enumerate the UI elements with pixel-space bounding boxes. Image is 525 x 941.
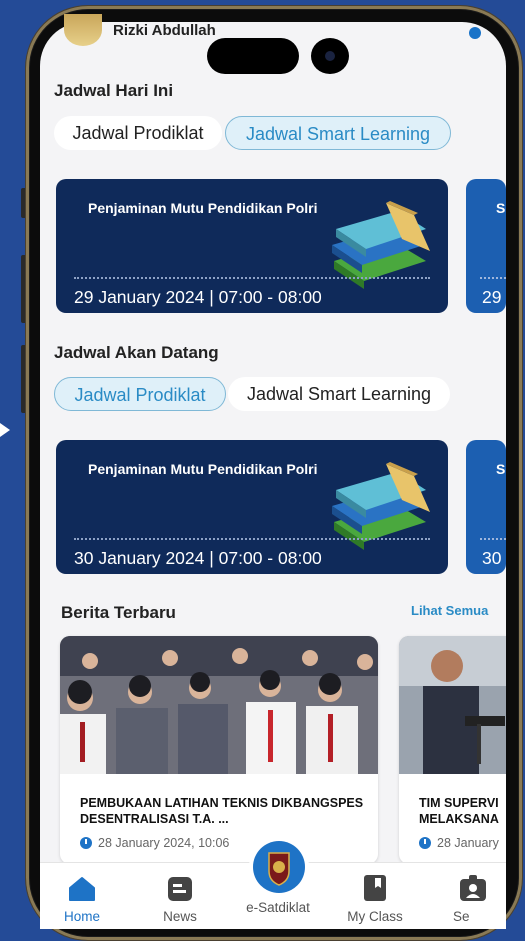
card-title: Penjaminan Mutu Pendidikan Polri [88,200,318,216]
card-title: S [496,200,506,216]
tab-jadwal-prodiklat[interactable]: Jadwal Prodiklat [54,116,222,150]
news-date-row: 28 January [419,836,499,850]
card-title: Penjaminan Mutu Pendidikan Polri [88,461,318,477]
divider [480,277,506,279]
tab-jadwal-smart-learning[interactable]: Jadwal Smart Learning [228,377,450,411]
news-title: PEMBUKAAN LATIHAN TEKNIS DIKBANGSPES DES… [80,796,364,826]
news-date: 28 January [437,836,499,850]
tab-jadwal-smart-learning[interactable]: Jadwal Smart Learning [225,116,451,150]
divider [74,277,430,279]
nav-home[interactable]: Home [42,909,122,924]
tab-jadwal-prodiklat[interactable]: Jadwal Prodiklat [54,377,226,411]
section-title-today: Jadwal Hari Ini [54,81,174,100]
news-photo [399,636,506,774]
news-icon[interactable] [167,876,193,902]
e-satdiklat-button[interactable] [253,841,305,893]
username: Rizki Abdullah [113,22,216,39]
home-icon[interactable] [68,876,96,902]
police-emblem-icon [268,852,290,886]
schedule-card[interactable]: Penjaminan Mutu Pendidikan Polri 30 Janu… [56,440,448,574]
profile-icon[interactable] [459,874,487,902]
schedule-card-next[interactable]: S 29 [466,179,506,313]
schedule-card[interactable]: Penjaminan Mutu Pendidikan Polri 29 Janu… [56,179,448,313]
see-all-link[interactable]: Lihat Semua [411,603,488,618]
clock-icon [419,837,431,849]
news-title: TIM SUPERVI MELAKSANA [419,796,499,826]
pointer-arrow-icon [0,423,10,437]
news-photo [60,636,378,774]
my-class-icon[interactable] [363,874,387,902]
news-date-row: 28 January 2024, 10:06 [80,836,229,850]
divider [480,538,506,540]
dynamic-island [207,38,299,74]
avatar[interactable] [64,14,102,46]
news-card[interactable]: PEMBUKAAN LATIHAN TEKNIS DIKBANGSPES DES… [60,636,378,864]
notification-icon[interactable] [468,26,482,40]
camera [311,38,349,74]
news-date: 28 January 2024, 10:06 [98,836,230,850]
nav-news[interactable]: News [140,909,220,924]
section-title-upcoming: Jadwal Akan Datang [54,343,219,362]
card-datetime: 29 [482,287,502,307]
nav-my-class[interactable]: My Class [335,909,415,924]
section-title-news: Berita Terbaru [61,603,176,622]
nav-e-satdiklat[interactable]: e-Satdiklat [238,900,318,915]
card-datetime: 30 [482,548,502,568]
card-title: S [496,461,506,477]
schedule-card-next[interactable]: S 30 [466,440,506,574]
news-card[interactable]: TIM SUPERVI MELAKSANA 28 January [399,636,506,864]
clock-icon [80,837,92,849]
card-datetime: 29 January 2024 | 07:00 - 08:00 [74,287,322,307]
nav-settings[interactable]: Se [453,909,470,924]
divider [74,538,430,540]
card-datetime: 30 January 2024 | 07:00 - 08:00 [74,548,322,568]
